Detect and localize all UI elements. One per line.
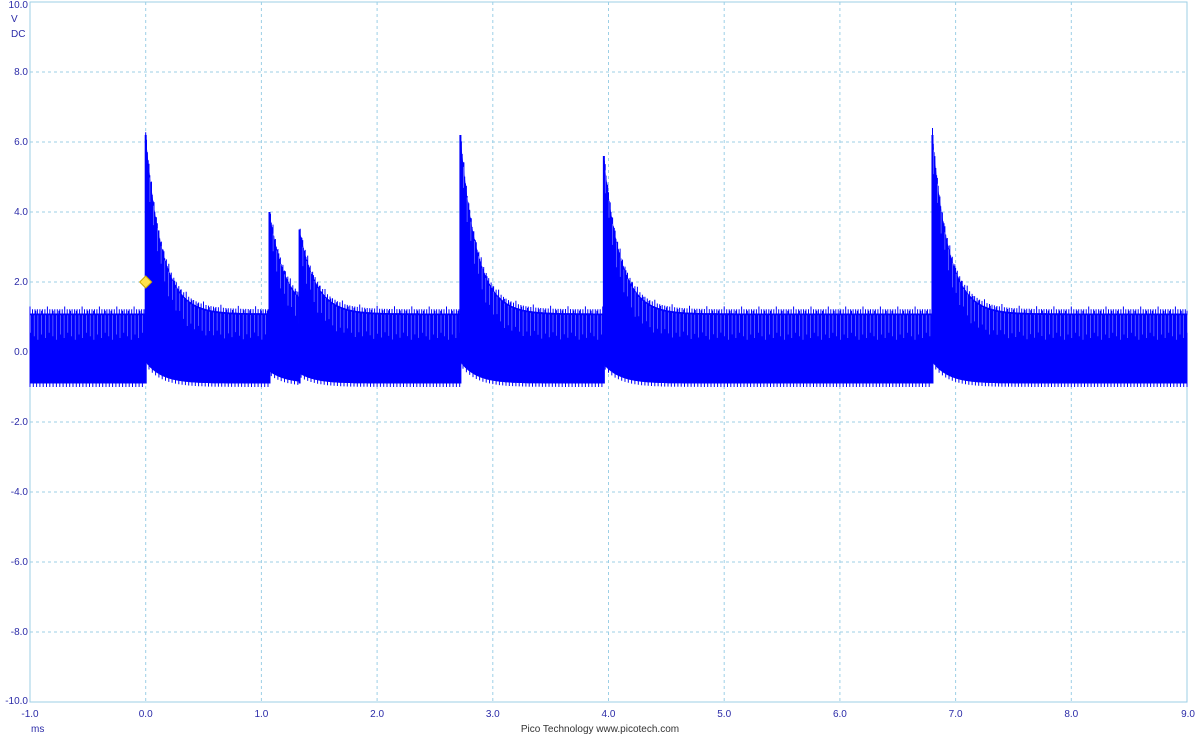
y-tick-label: -2.0 bbox=[11, 417, 29, 428]
y-tick-label: 10.0 bbox=[9, 0, 29, 11]
y-tick-label: 8.0 bbox=[14, 67, 28, 78]
footer-credit: Pico Technology www.picotech.com bbox=[521, 724, 679, 734]
y-tick-label: 4.0 bbox=[14, 207, 28, 218]
x-tick-label: 8.0 bbox=[1064, 709, 1078, 720]
x-tick-label: 3.0 bbox=[486, 709, 500, 720]
y-unit-label: V bbox=[11, 14, 18, 25]
x-tick-label: 5.0 bbox=[717, 709, 731, 720]
y-tick-label: -8.0 bbox=[11, 627, 29, 638]
oscilloscope-chart: -1.0 0.0 1.0 2.0 3.0 4.0 5.0 6.0 7.0 8.0 9.0 10.0 8.… bbox=[0, 0, 1200, 734]
y-tick-label: 6.0 bbox=[14, 137, 28, 148]
x-tick-label: 6.0 bbox=[833, 709, 847, 720]
x-unit-label: ms bbox=[31, 724, 44, 734]
y-tick-label: 0.0 bbox=[14, 347, 28, 358]
y-tick-label: -6.0 bbox=[11, 557, 29, 568]
y-tick-label: -10.0 bbox=[5, 696, 28, 707]
y-tick-label: 2.0 bbox=[14, 277, 28, 288]
y-tick-label: -4.0 bbox=[11, 487, 29, 498]
x-tick-label: 7.0 bbox=[949, 709, 963, 720]
x-tick-label: 1.0 bbox=[254, 709, 268, 720]
x-tick-label: 9.0 bbox=[1181, 709, 1195, 720]
x-tick-label: -1.0 bbox=[21, 709, 39, 720]
coupling-label: DC bbox=[11, 29, 25, 40]
x-tick-label: 4.0 bbox=[602, 709, 616, 720]
x-tick-label: 2.0 bbox=[370, 709, 384, 720]
x-tick-label: 0.0 bbox=[139, 709, 153, 720]
